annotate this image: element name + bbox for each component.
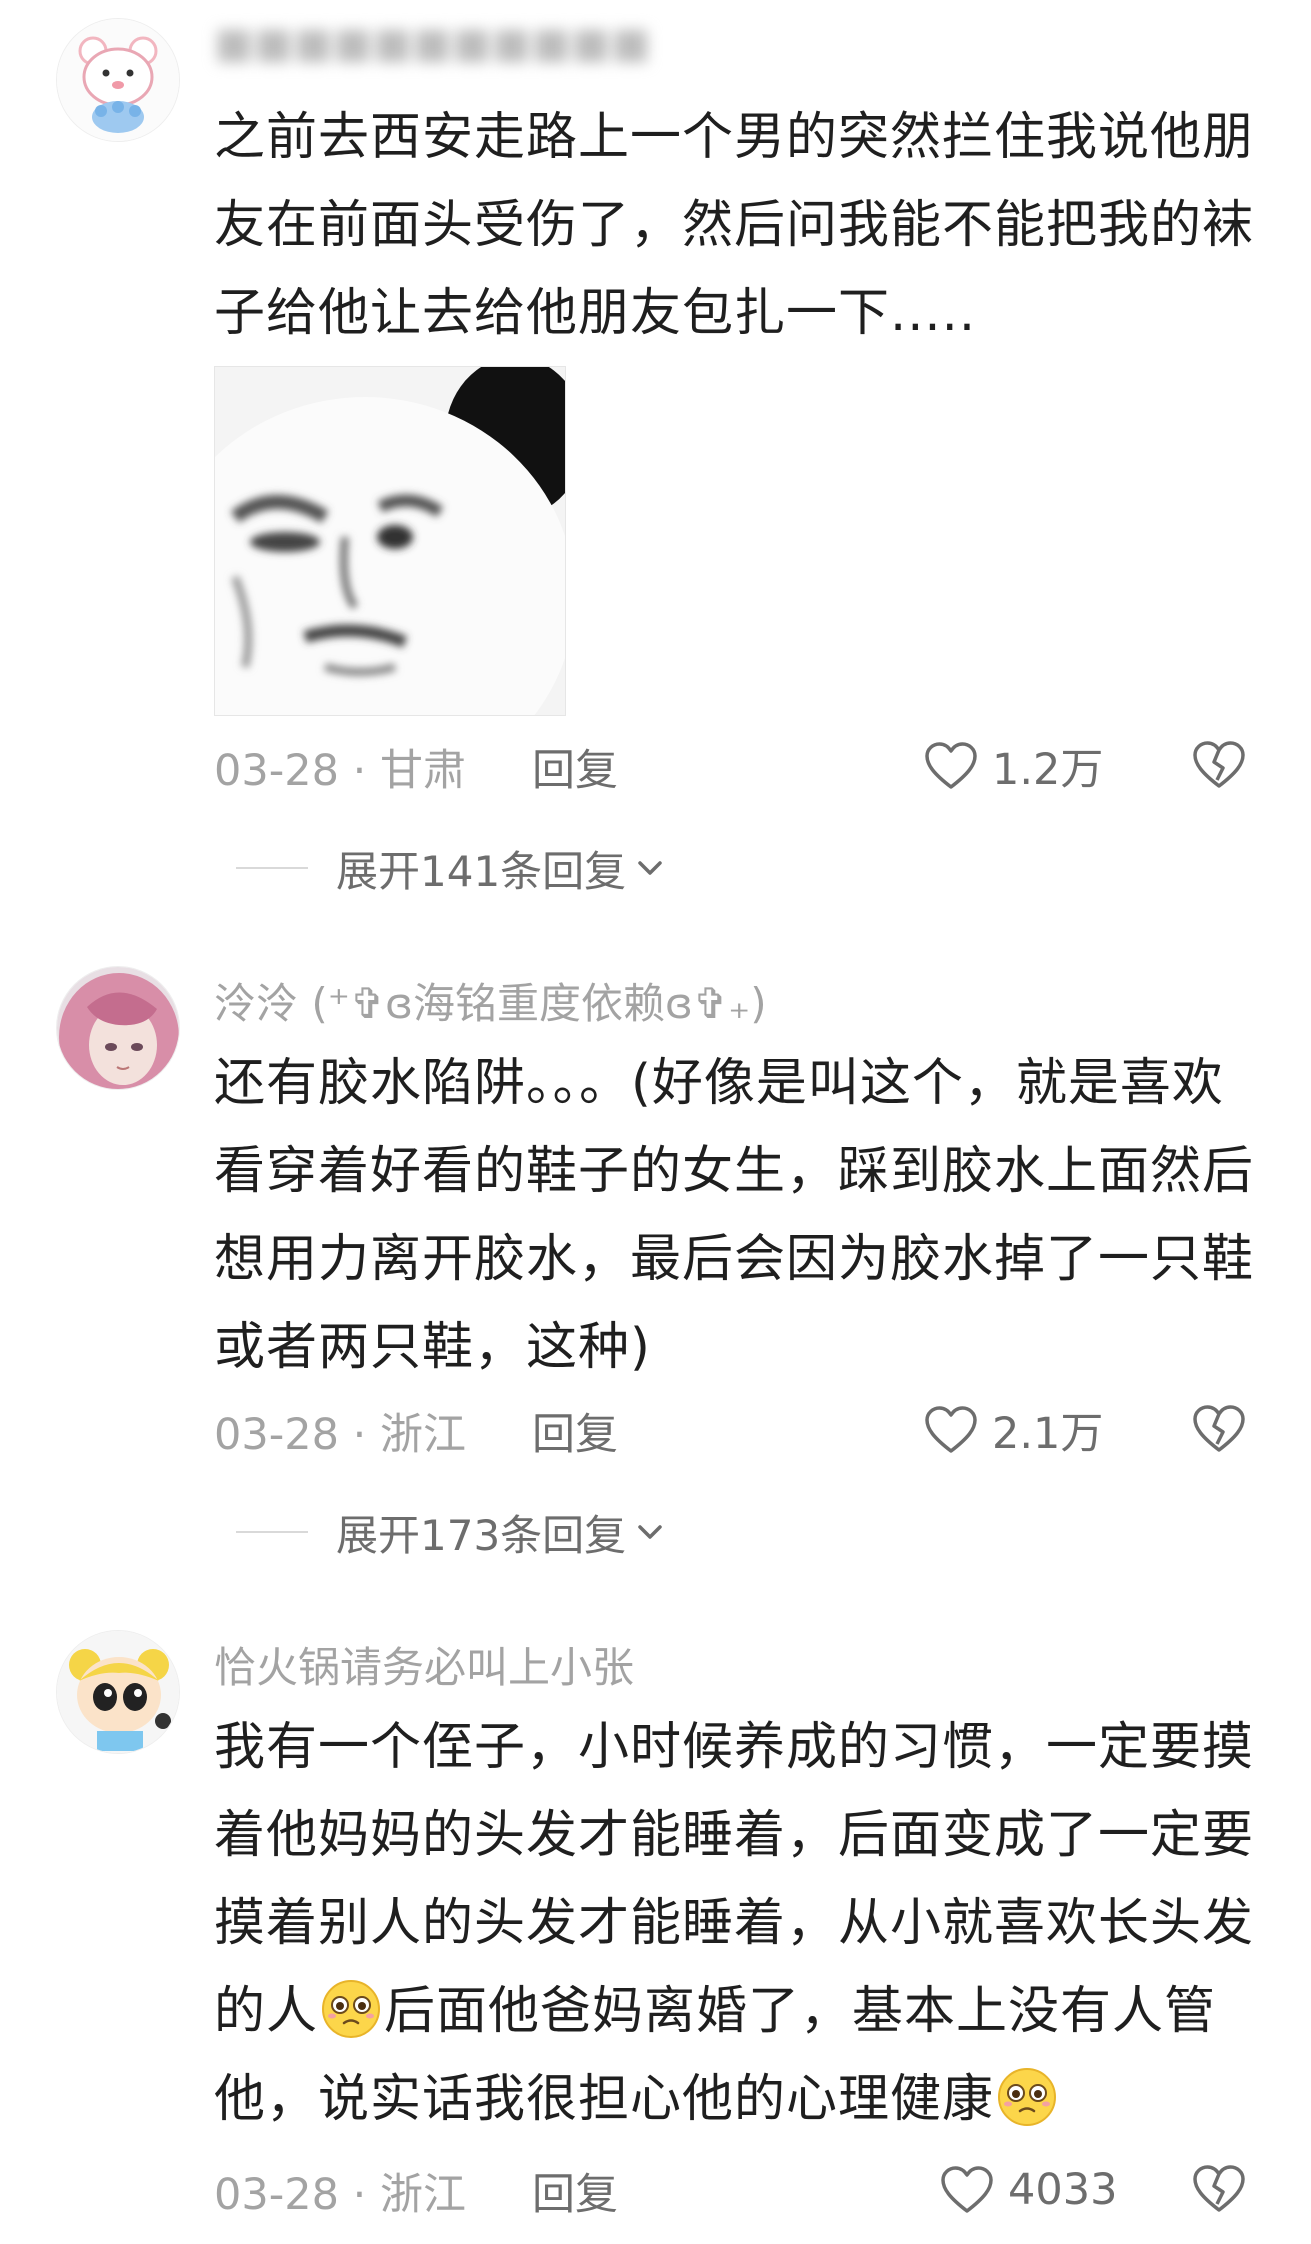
- comment-meta: 03-28 · 浙江 回复 4033: [214, 2160, 1264, 2220]
- divider-line: [236, 1531, 308, 1533]
- reply-button[interactable]: 回复: [532, 736, 618, 798]
- expand-replies-label: 展开141条回复: [336, 846, 627, 896]
- like-button[interactable]: 4033: [940, 2160, 1117, 2220]
- username[interactable]: 恰火锅请务必叫上小张: [214, 1634, 634, 1695]
- avatar[interactable]: [56, 18, 180, 142]
- broken-heart-icon: [1193, 741, 1245, 788]
- like-count: 4033: [1008, 2165, 1118, 2215]
- panda-meme-sticker[interactable]: [214, 366, 566, 716]
- broken-heart-icon: [1193, 2165, 1245, 2212]
- avatar[interactable]: [56, 1630, 180, 1754]
- like-count: 2.1万: [992, 1409, 1104, 1459]
- reply-button[interactable]: 回复: [532, 1400, 618, 1462]
- dislike-button[interactable]: [1192, 1404, 1246, 1458]
- pleading-face-emoji-icon: [998, 2068, 1057, 2126]
- reply-button[interactable]: 回复: [532, 2160, 618, 2222]
- panda-face-image: [215, 367, 565, 715]
- avatar[interactable]: [56, 966, 180, 1090]
- pleading-face-emoji-icon: [322, 1980, 381, 2038]
- expand-replies[interactable]: 展开141条回复: [236, 838, 668, 898]
- comment-meta: 03-28 · 甘肃 回复 1.2万: [214, 736, 1264, 796]
- comment-text: 之前去西安走路上一个男的突然拦住我说他朋友在前面头受伤了，然后问我能不能把我的袜…: [214, 108, 1255, 343]
- expand-replies-label: 展开173条回复: [336, 1510, 627, 1560]
- username[interactable]: 泠泠 (⁺✞ɞ海铭重度依赖ɞ✞₊): [214, 970, 767, 1031]
- dislike-button[interactable]: [1192, 740, 1246, 794]
- expand-replies[interactable]: 展开173条回复: [236, 1502, 668, 1562]
- heart-outline-icon: [925, 742, 977, 789]
- dislike-button[interactable]: [1192, 2164, 1246, 2218]
- username[interactable]: ■■■■■■■■■■■: [214, 18, 651, 67]
- divider-line: [236, 867, 308, 869]
- cartoon-girl-avatar-icon: [57, 1631, 179, 1753]
- heart-outline-icon: [925, 1406, 977, 1453]
- comment-text: 还有胶水陷阱。。。(好像是叫这个，就是喜欢看穿着好看的鞋子的女生，踩到胶水上面然…: [214, 1054, 1255, 1377]
- date-location: 03-28 · 浙江: [214, 1410, 466, 1460]
- anime-girl-avatar-icon: [57, 967, 179, 1089]
- chevron-down-icon: [638, 861, 662, 875]
- like-button[interactable]: 1.2万: [924, 736, 1103, 796]
- chevron-down-icon: [638, 1525, 662, 1539]
- bear-avatar-icon: [57, 19, 179, 141]
- broken-heart-icon: [1193, 1405, 1245, 1452]
- like-count: 1.2万: [992, 745, 1104, 795]
- comment-text: 我有一个侄子，小时候养成的习惯，一定要摸着他妈妈的头发才能睡着，后面变成了一定要…: [214, 1704, 1264, 2144]
- date-location: 03-28 · 甘肃: [214, 746, 466, 796]
- heart-outline-icon: [941, 2166, 993, 2213]
- date-location: 03-28 · 浙江: [214, 2170, 466, 2220]
- comment-meta: 03-28 · 浙江 回复 2.1万: [214, 1400, 1264, 1460]
- like-button[interactable]: 2.1万: [924, 1400, 1103, 1460]
